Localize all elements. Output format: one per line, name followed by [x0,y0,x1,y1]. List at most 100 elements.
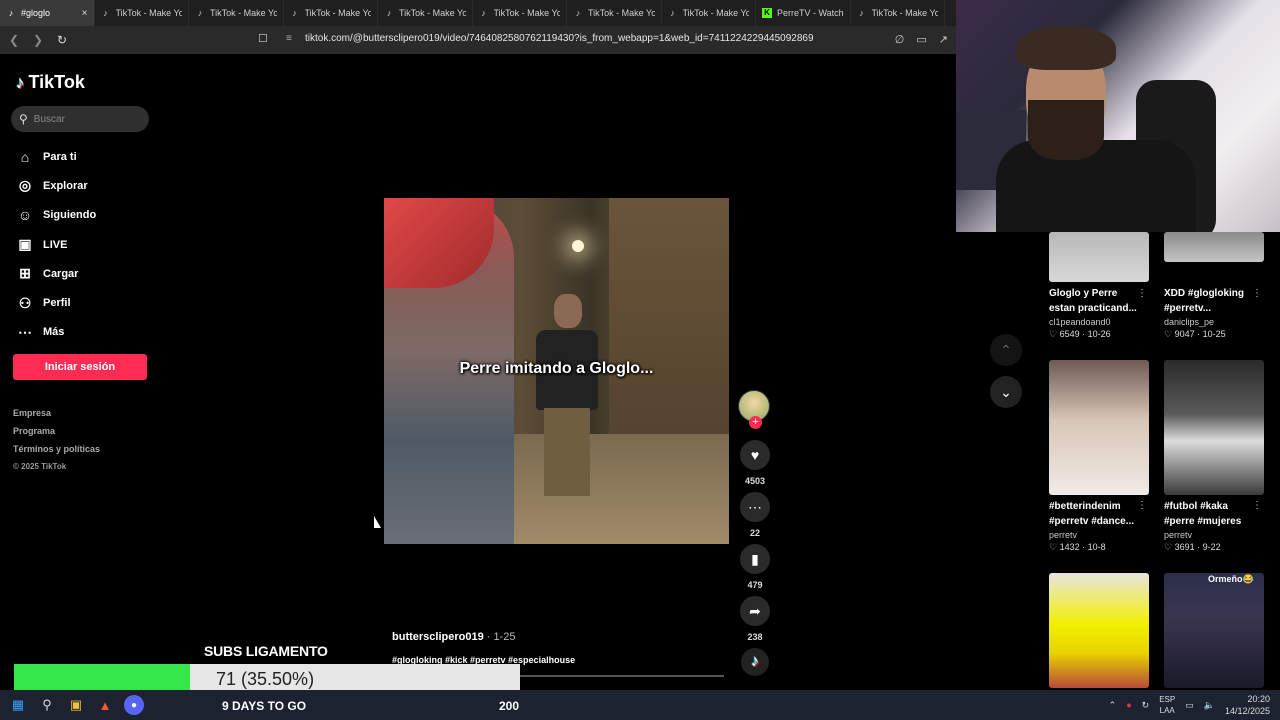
more-options-icon[interactable]: ⋮ [1252,288,1262,299]
browser-tab[interactable]: ♪ TikTok - Make Yo [95,0,189,26]
card-author[interactable]: daniclips_pe [1164,317,1264,327]
browser-tab[interactable]: ♪ TikTok - Make Yo [567,0,662,26]
mute-icon[interactable]: ∅ [895,33,905,46]
cast-icon[interactable]: ▭ [916,33,926,46]
browser-tab[interactable]: ♪ TikTok - Make Yo [662,0,756,26]
sidebar-item-siguiendo[interactable]: ☺ Siguiendo [16,201,96,230]
card-likes: 6549 [1059,329,1080,339]
taskbar-clock[interactable]: 20:20 14/12/2025 [1225,693,1270,717]
subs-goal-title: SUBS LIGAMENTO [204,643,328,659]
browser-tab[interactable]: K PerreTV - Watch [756,0,851,26]
share-icon[interactable]: ➦ [740,596,770,626]
browser-tab[interactable]: ♪ TikTok - Make Yo [378,0,473,26]
share-page-icon[interactable]: ↗ [939,33,948,46]
language-top: ESP [1159,695,1176,704]
recommended-card[interactable]: XDD #glogloking #perretv... ⋮ daniclips_… [1164,232,1264,340]
tray-sync-icon[interactable]: ↻ [1142,700,1150,711]
tiktok-sound-icon[interactable]: ♪ [741,648,769,676]
webcam-body [996,140,1196,232]
close-tab-icon[interactable]: × [82,8,88,19]
sidebar-item-más[interactable]: ⋯ Más [16,318,96,347]
recommended-card[interactable] [1049,573,1149,688]
previous-video-button[interactable]: ⌃ [990,334,1022,366]
site-info-icon[interactable]: ≡ [286,33,292,44]
address-bar[interactable]: tiktok.com/@buttersclipero019/video/7464… [305,33,814,44]
comment-icon[interactable]: ⋯ [740,492,770,522]
video-thumbnail[interactable] [1164,360,1264,495]
sidebar-item-explorar[interactable]: ◎ Explorar [16,171,96,200]
heart-icon[interactable]: ♥ [740,440,770,470]
browser-tab-bar: ♪ #gloglo × ♪ TikTok - Make Yo ♪ TikTok - Make… [0,0,956,26]
compass-icon: ◎ [18,177,32,194]
reload-icon[interactable]: ↻ [52,33,72,47]
browser-tab-label: TikTok - Make Yo [682,8,750,18]
footer-link-terms[interactable]: Términos y políticas [13,444,100,462]
browser-tab[interactable]: ♪ TikTok - Make Yo [189,0,284,26]
browser-tab[interactable]: ♪ TikTok - Make Yo [851,0,945,26]
footer-link-programa[interactable]: Programa [13,426,100,444]
video-progress-bar[interactable] [520,675,724,677]
webcam-beard [1028,100,1104,160]
windows-start-icon[interactable]: ▦ [8,695,28,715]
tiktok-icon: ♪ [292,8,297,18]
author-avatar[interactable]: + [738,390,770,429]
network-icon[interactable]: ▭ [1185,700,1194,711]
more-options-icon[interactable]: ⋮ [1252,500,1262,511]
card-author[interactable]: perretv [1049,530,1149,540]
subs-goal-value: 71 (35.50%) [216,669,315,689]
follow-plus-icon[interactable]: + [749,416,762,429]
sidebar-item-label: Explorar [43,179,88,192]
video-thumbnail[interactable]: Ormeño😂 [1164,573,1264,688]
sidebar-item-label: Más [43,326,65,339]
search-box[interactable]: ⚲ [11,106,149,132]
browser-tab[interactable]: ♪ #gloglo × [0,0,95,26]
next-video-button[interactable]: ⌄ [990,376,1022,408]
card-author[interactable]: cl1peandoand0 [1049,317,1149,327]
recommended-card[interactable]: #betterindenim #perretv #dance... ⋮ perr… [1049,360,1149,553]
more-options-icon[interactable]: ⋮ [1137,500,1147,511]
video-caption-overlay: Perre imitando a Gloglo... [459,360,654,377]
video-thumbnail[interactable] [1049,573,1149,688]
discord-icon[interactable]: ● [124,695,144,715]
tiktok-icon: ♪ [481,8,486,18]
clock-time: 20:20 [1247,694,1270,704]
card-stats: ♡ 9047 · 10-25 [1164,329,1226,339]
mouse-cursor-icon [374,516,381,528]
video-player[interactable]: Perre imitando a Gloglo... [384,198,729,544]
video-author[interactable]: buttersclipero019 [392,631,484,643]
bookmark-save-icon[interactable]: ▮ [740,544,770,574]
tiktok-logo[interactable]: ♪ TikTok [16,72,85,93]
browser-tab[interactable]: ♪ TikTok - Make Yo [473,0,567,26]
recommended-card[interactable]: Gloglo y Perre estan practicand... ⋮ cl1… [1049,232,1149,340]
save-action: ▮ 479 [740,544,770,590]
video-thumbnail[interactable] [1164,232,1264,262]
card-title: #futbol #kaka #perre #mujeres [1164,501,1242,527]
recommended-card[interactable]: #futbol #kaka #perre #mujeres ⋮ perretv … [1164,360,1264,553]
file-explorer-icon[interactable]: ▣ [66,695,86,715]
search-input[interactable] [33,113,134,125]
browser-tab-label: PerreTV - Watch [777,8,844,18]
browser-tab-label: TikTok - Make Yo [588,8,655,18]
tray-chevron-icon[interactable]: ⌃ [1109,700,1117,711]
forward-icon[interactable]: ❯ [28,33,48,47]
video-thumbnail[interactable] [1049,232,1149,282]
taskbar-search-icon[interactable]: ⚲ [37,695,57,715]
sidebar-item-para-ti[interactable]: ⌂ Para ti [16,142,96,171]
card-likes: 9047 [1174,329,1195,339]
volume-icon[interactable]: 🔈 [1204,700,1215,711]
card-author[interactable]: perretv [1164,530,1264,540]
more-options-icon[interactable]: ⋮ [1137,288,1147,299]
login-button[interactable]: Iniciar sesión [13,354,147,380]
footer-link-empresa[interactable]: Empresa [13,408,100,426]
recommended-card[interactable]: Ormeño😂 [1164,573,1264,688]
browser-tab[interactable]: ♪ TikTok - Make Yo [284,0,378,26]
tray-app-icon[interactable]: ● [1126,700,1131,710]
language-indicator[interactable]: ESP LAA [1159,694,1175,716]
back-icon[interactable]: ❮ [4,33,24,47]
brave-browser-icon[interactable]: ▲ [95,695,115,715]
sidebar-item-live[interactable]: ▣ LIVE [16,230,96,259]
video-thumbnail[interactable] [1049,360,1149,495]
sidebar-item-perfil[interactable]: ⚇ Perfil [16,288,96,317]
sidebar-item-cargar[interactable]: ⊞ Cargar [16,259,96,288]
bookmark-icon[interactable]: ☐ [258,32,268,45]
